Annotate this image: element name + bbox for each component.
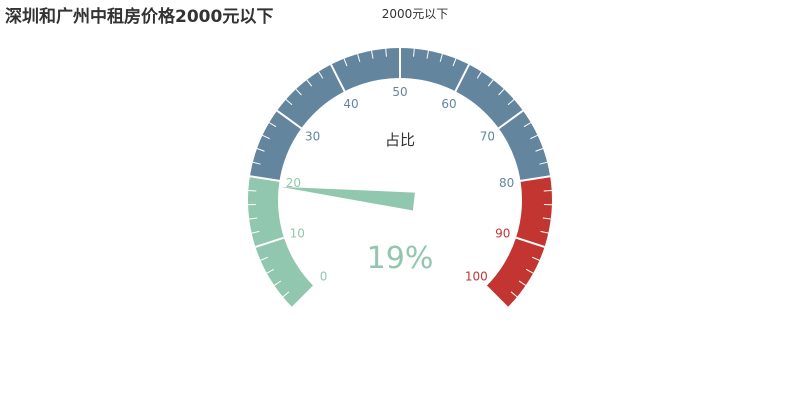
gauge-tick-label: 70 — [480, 130, 495, 144]
gauge-detail-label: 占比 — [385, 131, 415, 149]
gauge-tick-label: 0 — [320, 269, 328, 283]
gauge-tick-label: 80 — [499, 176, 514, 190]
gauge-tick-label: 10 — [290, 226, 305, 240]
gauge-band-0 — [248, 176, 314, 308]
gauge-tick-label: 100 — [465, 269, 488, 283]
gauge-chart: 0102030405060708090100 占比 19% — [248, 48, 552, 309]
gauge-tick-label: 50 — [392, 85, 407, 99]
gauge-value-text: 19% — [367, 241, 434, 276]
gauge-band-2 — [486, 176, 552, 308]
gauge-tick-label: 60 — [441, 97, 456, 111]
gauge-minor-tick — [248, 189, 257, 192]
gauge-tick-label: 30 — [305, 130, 320, 144]
gauge-minor-tick — [543, 189, 552, 192]
gauge-tick-label: 40 — [343, 97, 358, 111]
gauge-tick-label: 90 — [495, 226, 510, 240]
gauge-pointer — [280, 186, 415, 211]
